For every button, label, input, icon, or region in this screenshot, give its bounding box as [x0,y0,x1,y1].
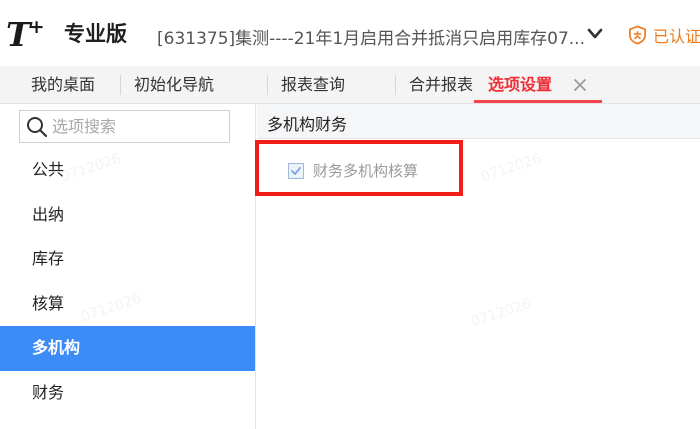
sidebar-item-finance[interactable]: 财务 [0,371,255,416]
certification-status[interactable]: 已认证 [628,23,700,47]
sidebar-item-inventory[interactable]: 库存 [0,237,255,282]
option-label: 财务多机构核算 [313,162,419,180]
logo-plus: + [28,16,45,38]
tab-consolidated-report[interactable]: 合并报表 [409,66,475,103]
option-search-box[interactable] [19,110,230,143]
option-category-list: 公共 出纳 库存 核算 多机构 财务 [0,148,255,416]
tab-report-query[interactable]: 报表查询 [281,66,345,103]
logo-letter: T [6,15,31,54]
shield-certified-icon [629,25,646,45]
section-header: 多机构财务 [257,104,700,139]
chevron-down-icon[interactable] [586,27,604,41]
search-input[interactable] [52,117,222,136]
search-icon [27,116,48,137]
sidebar-item-multi-org[interactable]: 多机构 [0,326,255,371]
product-edition: 专业版 [64,22,127,46]
tab-init-guide[interactable]: 初始化导航 [134,66,214,103]
app-window: T + 专业版 [631375]集测----21年1月启用合并抵消只启用库存07… [0,0,700,429]
certified-label: 已认证 [653,27,700,46]
close-icon[interactable] [571,76,589,94]
section-title: 多机构财务 [267,115,348,134]
option-multi-org-accounting[interactable]: 财务多机构核算 [288,160,418,181]
tab-divider [120,75,121,95]
sidebar-item-accounting[interactable]: 核算 [0,282,255,327]
account-selector[interactable]: [631375]集测----21年1月启用合并抵消只启用库存07... [157,24,585,49]
sidebar-item-cashier[interactable]: 出纳 [0,193,255,238]
tab-bar: 我的桌面 初始化导航 报表查询 合并报表 选项设置 [0,66,700,104]
options-panel: 多机构财务 财务多机构核算 [255,104,700,429]
tab-divider [267,75,268,95]
product-logo: T + [6,16,45,52]
tab-divider [395,75,396,95]
sidebar-item-common[interactable]: 公共 [0,148,255,193]
tab-my-desktop[interactable]: 我的桌面 [31,66,95,103]
app-header: T + 专业版 [631375]集测----21年1月启用合并抵消只启用库存07… [0,0,700,66]
tab-option-settings[interactable]: 选项设置 [488,66,552,103]
options-sidebar: 公共 出纳 库存 核算 多机构 财务 [0,104,256,429]
check-icon [291,166,301,175]
multi-org-accounting-checkbox[interactable] [288,162,304,179]
active-tab-indicator [474,100,602,103]
